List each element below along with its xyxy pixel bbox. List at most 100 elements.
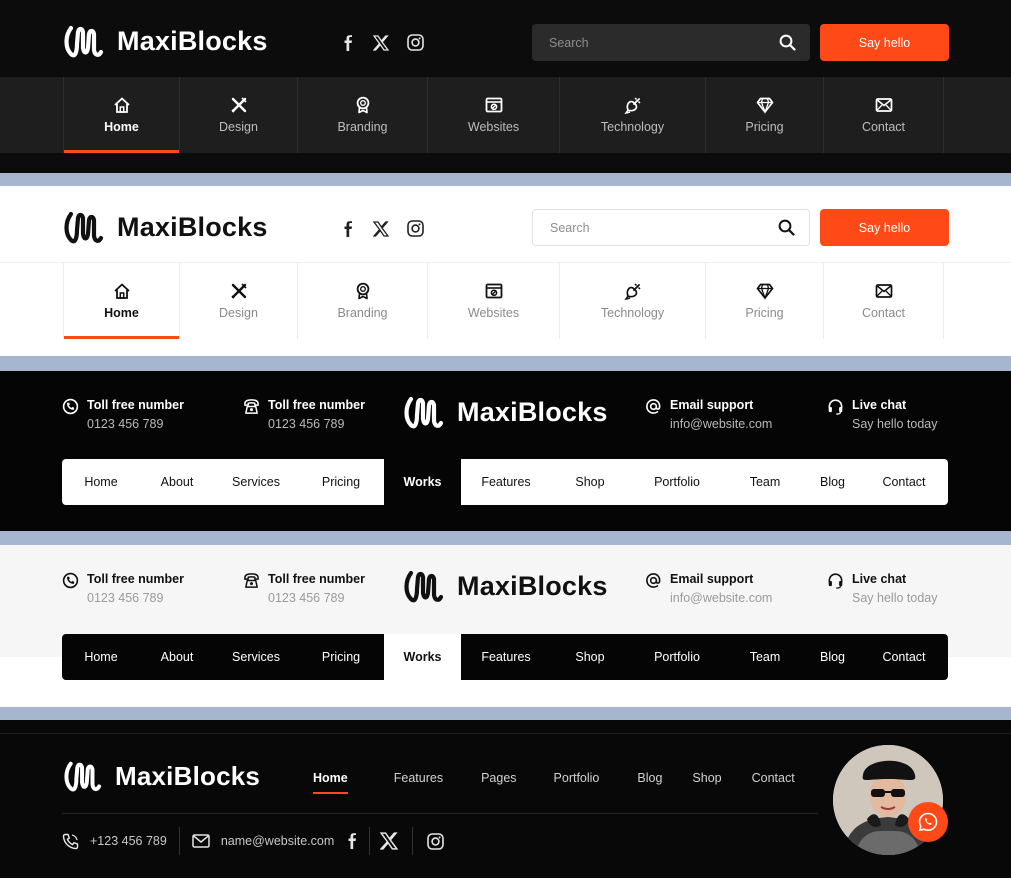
contact-item-toll-free-number[interactable]: Toll free number 0123 456 789 [243,571,365,607]
footer-nav-home[interactable]: Home [313,771,348,794]
logo[interactable]: MaxiBlocks [63,22,268,60]
menu-item-contact[interactable]: Contact [860,634,948,680]
menu-item-services[interactable]: Services [214,634,298,680]
contact-title: Live chat [852,572,907,586]
nav-item-label: Home [104,120,139,134]
x-twitter-icon[interactable] [373,34,389,51]
menu-item-features[interactable]: Features [461,459,551,505]
nav-item-branding[interactable]: Branding [298,263,428,339]
contact-item-live-chat[interactable]: Live chat Say hello today [827,571,937,607]
logo[interactable]: MaxiBlocks [63,208,268,246]
menu-item-team[interactable]: Team [725,459,805,505]
footer-nav-blog[interactable]: Blog [637,771,662,785]
contact-item-toll-free-number[interactable]: Toll free number 0123 456 789 [62,571,184,607]
menu-item-features[interactable]: Features [461,634,551,680]
maxiblocks-logo-icon [64,211,104,244]
search-input[interactable]: Search [532,209,810,246]
contact-value: 0123 456 789 [268,417,345,431]
menu-item-home[interactable]: Home [62,634,140,680]
footer-nav-features[interactable]: Features [394,771,443,785]
nav-item-branding[interactable]: Branding [298,77,428,153]
nav-item-label: Technology [600,306,665,320]
contact-value: info@website.com [670,591,773,605]
nav-item-pricing[interactable]: Pricing [706,263,824,339]
footer-nav-pages[interactable]: Pages [481,771,516,785]
menu-item-works[interactable]: Works [384,634,461,680]
menu-item-contact[interactable]: Contact [860,459,948,505]
x-twitter-icon[interactable] [380,832,399,850]
nav-item-contact[interactable]: Contact [824,263,944,339]
contact-item-toll-free-number[interactable]: Toll free number 0123 456 789 [62,397,184,433]
logo[interactable]: MaxiBlocks [403,567,608,605]
menu-item-about[interactable]: About [140,634,214,680]
contact-title: Email support [670,572,754,586]
phone-badge-icon [62,398,79,433]
menu-item-services[interactable]: Services [214,459,298,505]
nav-item-contact[interactable]: Contact [824,77,944,153]
instagram-icon[interactable] [407,34,424,51]
footer-nav-contact[interactable]: Contact [752,771,795,785]
header-light-contact: Toll free number 0123 456 789 Toll free nu… [0,545,1011,707]
nav-item-label: Branding [337,306,388,320]
menu-item-home[interactable]: Home [62,459,140,505]
contact-value: 0123 456 789 [87,417,164,431]
logo[interactable]: MaxiBlocks [63,758,260,794]
brand-name: MaxiBlocks [117,211,268,242]
menu-item-blog[interactable]: Blog [805,459,860,505]
chat-button[interactable] [908,802,948,842]
nav-item-design[interactable]: Design [180,263,298,339]
email-address[interactable]: name@website.com [221,834,334,848]
nav-item-technology[interactable]: Technology [560,263,706,339]
nav-item-pricing[interactable]: Pricing [706,77,824,153]
menu-item-about[interactable]: About [140,459,214,505]
menu-item-portfolio[interactable]: Portfolio [629,634,725,680]
instagram-icon[interactable] [407,220,424,237]
contact-value: info@website.com [670,417,773,431]
instagram-icon[interactable] [427,832,445,850]
nav-item-label: Design [219,120,258,134]
contact-item-toll-free-number[interactable]: Toll free number 0123 456 789 [243,397,365,433]
nav-item-technology[interactable]: Technology [560,77,706,153]
contact-item-email-support[interactable]: Email support info@website.com [645,397,772,433]
phone-icon [62,833,79,849]
facebook-icon[interactable] [345,833,359,849]
phone-number[interactable]: +123 456 789 [90,834,167,848]
search-placeholder: Search [549,35,589,50]
search-input[interactable]: Search [532,24,810,61]
menu-item-shop[interactable]: Shop [551,634,629,680]
top-bar: MaxiBlocks Search Say hello [0,0,1011,77]
contact-item-email-support[interactable]: Email support info@website.com [645,571,772,607]
menu-item-pricing[interactable]: Pricing [298,634,384,680]
facebook-icon[interactable] [341,34,355,51]
contact-item-live-chat[interactable]: Live chat Say hello today [827,397,937,433]
say-hello-button[interactable]: Say hello [820,209,949,246]
nav-item-home[interactable]: Home [64,77,180,153]
footer-nav-portfolio[interactable]: Portfolio [554,771,600,785]
nav-item-websites[interactable]: Websites [428,263,560,339]
nav-item-home[interactable]: Home [64,263,180,339]
search-icon[interactable] [779,34,796,51]
logo[interactable]: MaxiBlocks [403,393,608,431]
facebook-icon[interactable] [341,220,355,237]
search-icon[interactable] [778,219,795,236]
phone-badge-icon [62,572,79,607]
nav-item-websites[interactable]: Websites [428,77,560,153]
menu-item-pricing[interactable]: Pricing [298,459,384,505]
menu-item-shop[interactable]: Shop [551,459,629,505]
menu-item-blog[interactable]: Blog [805,634,860,680]
menu-item-team[interactable]: Team [725,634,805,680]
nav-item-label: Branding [337,120,388,134]
award-icon [354,96,372,114]
footer-nav-shop[interactable]: Shop [692,771,721,785]
menu-item-works[interactable]: Works [384,459,461,505]
contact-title: Toll free number [87,398,185,412]
at-icon [645,398,662,433]
menu-item-portfolio[interactable]: Portfolio [629,459,725,505]
say-hello-button[interactable]: Say hello [820,24,949,61]
social-links [341,220,424,237]
x-twitter-icon[interactable] [373,220,389,237]
headset-icon [827,398,844,433]
nav-item-design[interactable]: Design [180,77,298,153]
divider [0,733,1011,734]
satellite-icon [623,282,642,300]
